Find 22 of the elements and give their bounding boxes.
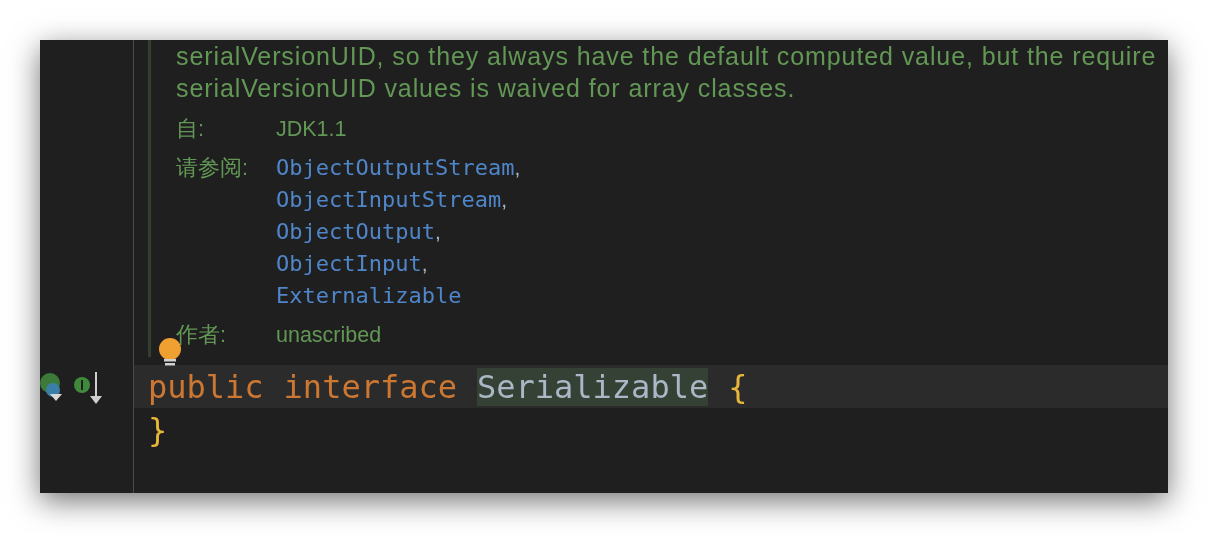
doc-link[interactable]: ObjectOutput — [276, 216, 435, 248]
doc-comment-line: serialVersionUID values is waived for array classes. — [176, 73, 796, 104]
doc-link[interactable]: ObjectInputStream — [276, 184, 502, 216]
comma: , — [501, 187, 507, 213]
comma: , — [434, 219, 441, 245]
doc-comment-line: serialVersionUID, so they always have the default computed value, but the require — [176, 41, 1157, 72]
doc-link[interactable]: ObjectInput — [276, 248, 422, 280]
doc-link[interactable]: Externalizable — [276, 280, 462, 312]
doc-tag-label: 请参阅: — [176, 155, 249, 182]
doc-tag-value: JDK1.1 — [276, 116, 347, 143]
comma: , — [421, 251, 428, 277]
code-token: public — [148, 367, 264, 406]
comma: , — [514, 155, 521, 181]
doc-tag-label: 作者: — [176, 322, 227, 349]
doc-link[interactable]: ObjectOutputStream — [276, 152, 515, 184]
interface-arrow-icon[interactable] — [73, 372, 103, 406]
doc-tag-value: unascribed — [276, 322, 382, 349]
doc-tag-label: 自: — [176, 116, 205, 143]
code-token: } — [148, 410, 168, 449]
code-token: { — [728, 367, 748, 406]
code-token: interface — [283, 367, 457, 406]
code-token: Serializable — [477, 367, 709, 406]
